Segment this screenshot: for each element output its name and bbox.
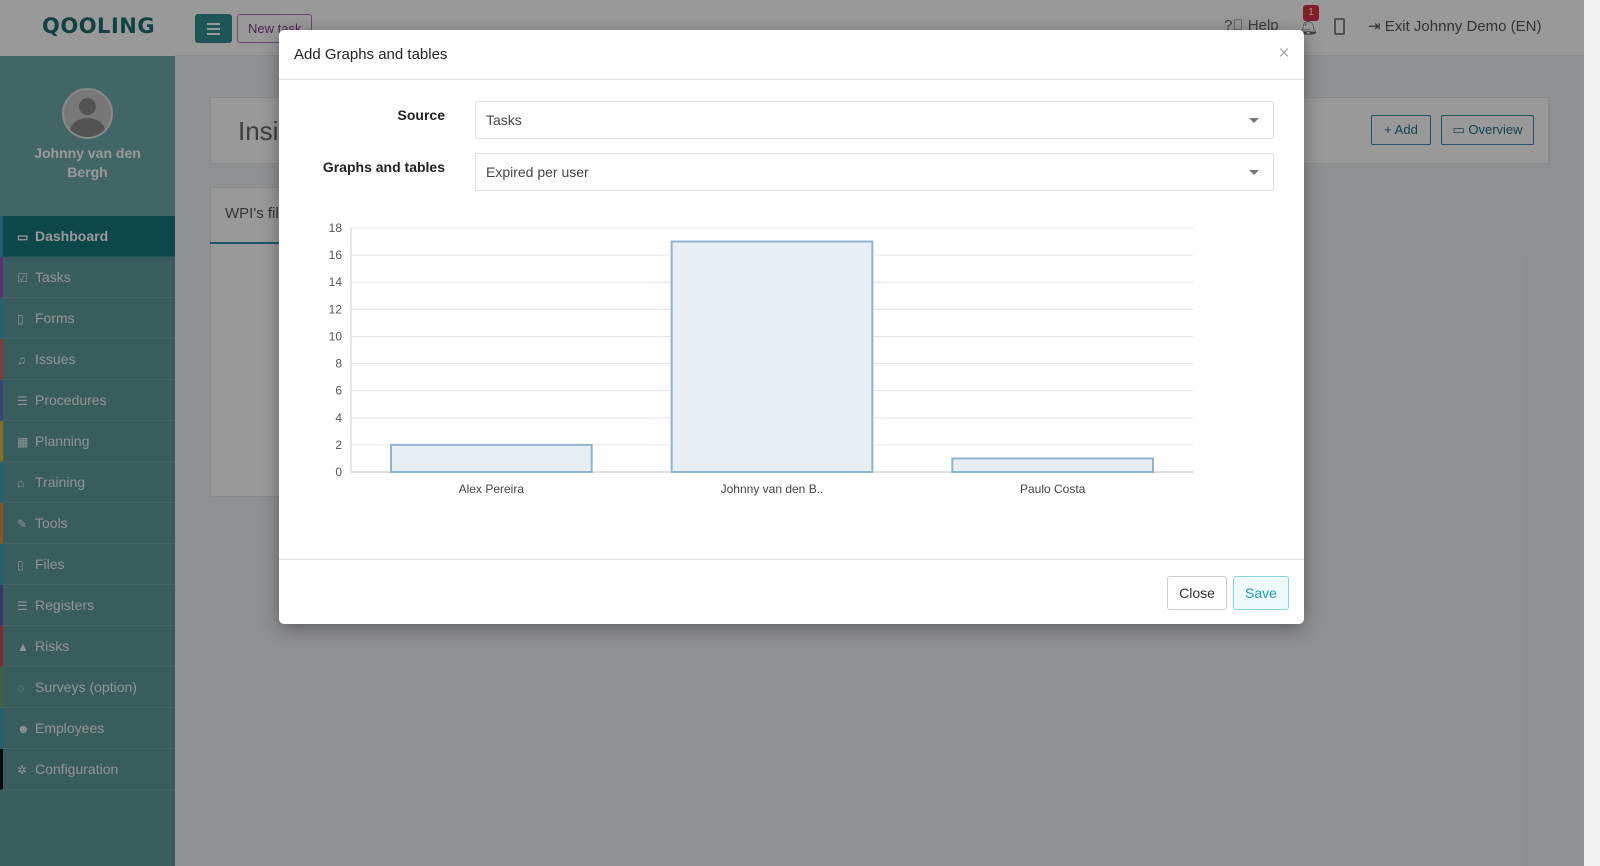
graphs-and-tables-select[interactable]: Expired per user: [475, 153, 1274, 191]
y-tick-label: 2: [335, 438, 342, 452]
y-tick-label: 6: [335, 384, 342, 398]
y-tick-label: 14: [329, 275, 343, 289]
bar-chart-svg: 0 2 4 6 8 10 12 14 16 18 Alex Pereira Johnny van de…: [329, 221, 1193, 496]
chevron-down-icon: [1249, 170, 1259, 175]
graphs-and-tables-label: Graphs and tables: [322, 159, 445, 175]
bar[interactable]: [389, 443, 593, 473]
chevron-down-icon: [1249, 118, 1259, 123]
scrollbar-track[interactable]: [1584, 0, 1600, 866]
bar[interactable]: [951, 457, 1155, 473]
close-button[interactable]: Close: [1167, 576, 1227, 610]
x-tick-label: Johnny van den B..: [721, 482, 824, 496]
y-tick-label: 10: [329, 329, 343, 343]
source-select[interactable]: Tasks: [475, 101, 1274, 139]
bar-chart: 0 2 4 6 8 10 12 14 16 18 Alex Pereira Johnny van de…: [315, 218, 1215, 542]
y-tick-label: 0: [335, 465, 342, 479]
y-tick-label: 12: [329, 302, 343, 316]
source-label: Source: [397, 107, 445, 123]
source-select-value: Tasks: [486, 112, 522, 128]
save-button[interactable]: Save: [1233, 576, 1289, 610]
graphs-select-value: Expired per user: [486, 164, 589, 180]
modal-footer: Close Save: [279, 559, 1304, 624]
x-tick-label: Paulo Costa: [1020, 482, 1086, 496]
add-graphs-modal: Add Graphs and tables × Source Tasks Gra…: [279, 30, 1304, 624]
modal-close-icon[interactable]: ×: [1276, 43, 1292, 65]
modal-header: Add Graphs and tables ×: [279, 30, 1304, 80]
y-tick-label: 8: [335, 357, 342, 371]
modal-title: Add Graphs and tables: [294, 46, 448, 63]
y-tick-label: 16: [329, 248, 343, 262]
x-tick-label: Alex Pereira: [459, 482, 525, 496]
y-tick-label: 4: [335, 411, 342, 425]
y-tick-label: 18: [329, 221, 343, 235]
bar[interactable]: [670, 240, 874, 473]
